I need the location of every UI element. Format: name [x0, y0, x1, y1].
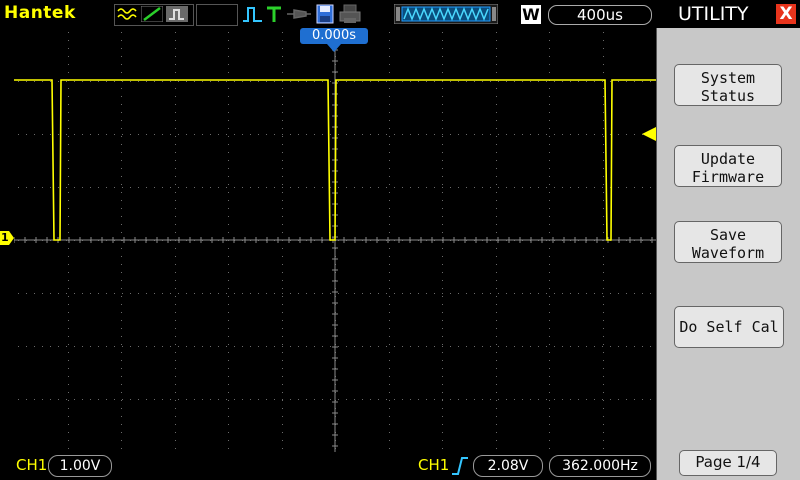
ch1-ground-marker[interactable]: 1: [0, 231, 14, 245]
pulse-icon[interactable]: [242, 5, 264, 23]
page-indicator-button[interactable]: Page 1/4: [679, 450, 777, 476]
top-toolbar: Hantek W 400us: [0, 0, 656, 28]
rising-edge-icon: [452, 457, 468, 475]
ch1-marker-label: 1: [1, 231, 9, 244]
menu-title: UTILITY: [678, 3, 749, 25]
persistence-icon[interactable]: [166, 6, 188, 22]
print-icon[interactable]: [339, 4, 361, 24]
ch1-label: CH1: [16, 456, 48, 474]
toolbar-spacer: [196, 4, 238, 26]
memory-mode-badge: W: [521, 5, 541, 24]
frequency-readout: 362.000Hz: [549, 455, 651, 477]
ramp-icon[interactable]: [141, 6, 163, 22]
memory-waveform-icon: [394, 4, 498, 24]
close-button[interactable]: X: [776, 4, 796, 24]
waveform-icon[interactable]: [116, 6, 138, 22]
brand-logo: Hantek: [4, 3, 76, 23]
trigger-level-marker-icon[interactable]: [642, 127, 656, 141]
waveform-display[interactable]: [14, 28, 656, 452]
trigger-marker-icon: [327, 44, 341, 52]
trigger-source-label: CH1: [418, 456, 450, 474]
save-disk-icon[interactable]: [316, 4, 334, 24]
trigger-position-label[interactable]: 0.000s: [300, 28, 368, 44]
trigger-level[interactable]: 2.08V: [473, 455, 543, 477]
bottom-status-bar: CH1 1.00V CH1 2.08V 362.000Hz: [0, 452, 656, 480]
update-firmware-button[interactable]: Update Firmware: [674, 145, 782, 187]
utility-menu-header: UTILITY X: [656, 0, 800, 28]
timebase-display[interactable]: 400us: [548, 5, 652, 25]
do-self-cal-button[interactable]: Do Self Cal: [674, 306, 784, 348]
ch1-scale[interactable]: 1.00V: [48, 455, 112, 477]
trigger-T-icon[interactable]: [266, 5, 282, 23]
save-waveform-button[interactable]: Save Waveform: [674, 221, 782, 263]
system-status-button[interactable]: System Status: [674, 64, 782, 106]
probe-icon[interactable]: [286, 7, 312, 21]
